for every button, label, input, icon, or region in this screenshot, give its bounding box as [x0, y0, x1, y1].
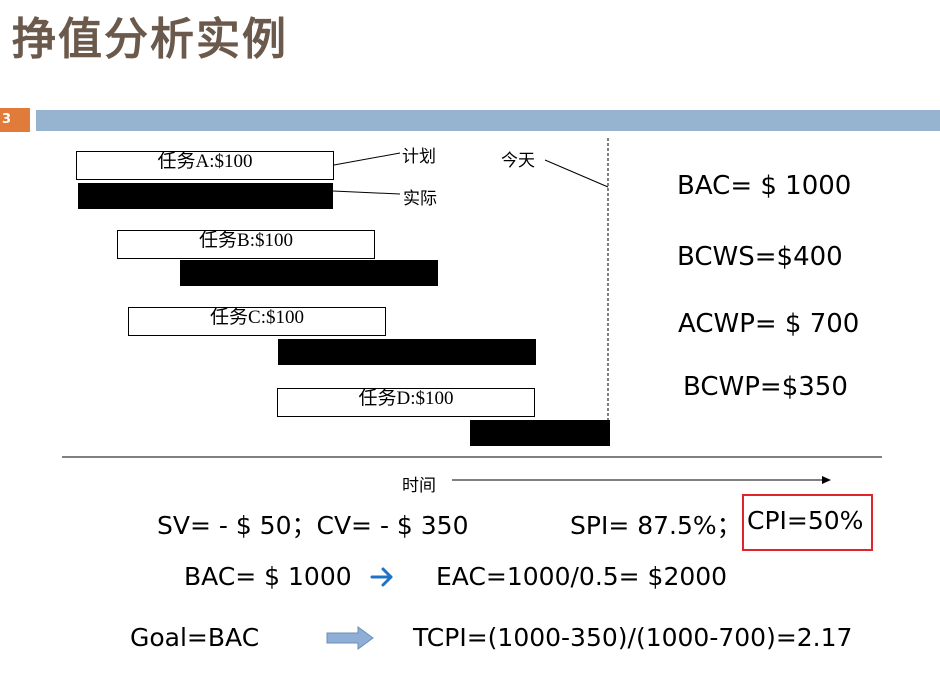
plan-leader-line [333, 152, 401, 166]
metric-bac: BAC= $ 1000 [677, 171, 852, 201]
formula-sv-cv: SV= - $ 50；CV= - $ 350 [157, 511, 469, 540]
block-arrow-icon [326, 626, 374, 650]
formula-tcpi: TCPI=(1000-350)/(1000-700)=2.17 [413, 623, 853, 652]
metric-acwp: ACWP= $ 700 [678, 309, 860, 339]
formula-spi: SPI= 87.5%； [570, 511, 742, 540]
today-leader-line [544, 159, 609, 188]
formula-cpi: CPI=50% [747, 506, 864, 535]
metric-bcws: BCWS=$400 [677, 242, 843, 272]
metric-bcwp: BCWP=$350 [683, 372, 848, 402]
formula-bac: BAC= $ 1000 [184, 562, 352, 591]
formula-eac: EAC=1000/0.5= $2000 [436, 562, 728, 591]
actual-leader-line [332, 190, 401, 195]
formula-goal: Goal=BAC [130, 623, 260, 652]
time-axis-arrowhead [822, 476, 831, 484]
right-arrow-icon [370, 567, 393, 587]
